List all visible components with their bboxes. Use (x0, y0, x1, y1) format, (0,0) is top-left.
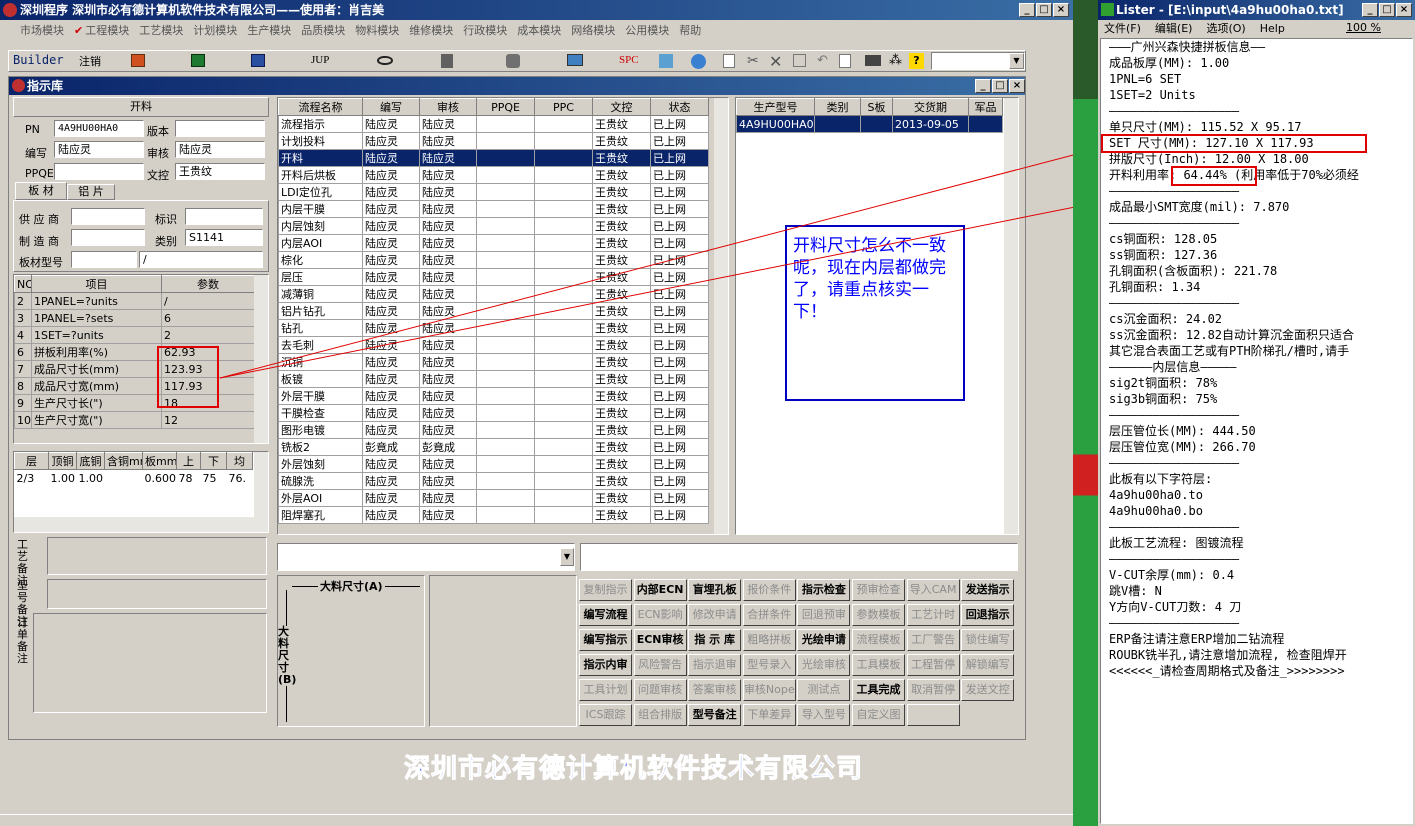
lister-window: Lister - [E:\input\4a9hu00ha0.txt] _ □ ×… (1098, 0, 1415, 826)
lister-line: ss铜面积: 127.36 (1109, 248, 1218, 262)
lister-line: 跳V槽: N (1109, 584, 1162, 598)
lister-line: 此板有以下字符层: (1109, 472, 1213, 486)
lister-menu-item-1[interactable]: 编辑(E) (1155, 22, 1193, 35)
lister-line: ERP备注请注意ERP增加二钻流程 (1109, 632, 1285, 646)
lister-line: cs沉金面积: 24.02 (1109, 312, 1223, 326)
lister-line: —————————————————— (1109, 552, 1240, 566)
lister-line: V-CUT余厚(mm): 0.4 (1109, 568, 1235, 582)
lister-line: 拼版尺寸(Inch): 12.00 X 18.00 (1109, 152, 1309, 166)
lister-line: —————————————————— (1109, 520, 1240, 534)
lister-menu-item-0[interactable]: 文件(F) (1104, 22, 1141, 35)
desktop-strip (1073, 0, 1098, 826)
lister-line: —————————————————— (1109, 216, 1240, 230)
lister-menu-item-2[interactable]: 选项(O) (1206, 22, 1245, 35)
lister-menu-bar: 文件(F) 编辑(E) 选项(O) Help (1104, 21, 1299, 37)
lister-line: 开料利用率: 64.44% (利用率低于70%必须经 (1109, 168, 1359, 182)
lister-line: —————————————————— (1109, 408, 1240, 422)
lister-line: 成品最小SMT宽度(mil): 7.870 (1109, 200, 1290, 214)
lister-line: <<<<<<_请检查周期格式及备注_>>>>>>>> (1109, 664, 1345, 678)
lister-zoom[interactable]: 100 % (1346, 21, 1381, 34)
lister-line: 孔铜面积: 1.34 (1109, 280, 1201, 294)
lister-line: —————————————————— (1109, 616, 1240, 630)
lister-line: 其它混合表面工艺或有PTH阶梯孔/槽时,请手 (1109, 344, 1350, 358)
lister-line: 1SET=2 Units (1109, 88, 1196, 102)
lister-app-icon (1101, 3, 1114, 16)
lister-line: —————————————————— (1109, 104, 1240, 118)
lister-line: cs铜面积: 128.05 (1109, 232, 1218, 246)
lister-line: —————————————————— (1109, 296, 1240, 310)
lister-text-area[interactable]: ———广州兴森快捷拼板信息—— 成品板厚(MM): 1.00 1PNL=6 SET 1… (1100, 38, 1413, 824)
lister-line: 孔铜面积(含板面积): 221.78 (1109, 264, 1278, 278)
lister-line: sig2t铜面积: 78% (1109, 376, 1218, 390)
lister-line: sig3b铜面积: 75% (1109, 392, 1218, 406)
lister-menu-item-3[interactable]: Help (1260, 22, 1285, 35)
lister-line: 单只尺寸(MM): 115.52 X 95.17 (1109, 120, 1302, 134)
lister-line: 层压管位宽(MM): 266.70 (1109, 440, 1256, 454)
lister-line: 4a9hu00ha0.to (1109, 488, 1203, 502)
lister-line: ———广州兴森快捷拼板信息—— (1109, 40, 1266, 54)
lister-maximize-button[interactable]: □ (1379, 3, 1395, 17)
lister-line: ROUBK铣半孔,请注意增加流程, 检查阻焊开 (1109, 648, 1347, 662)
lister-line: ——————内层信息————— (1109, 360, 1237, 374)
utilization-highlight (1171, 166, 1257, 186)
lister-line: 4a9hu00ha0.bo (1109, 504, 1203, 518)
lister-line: Y方向V-CUT刀数: 4 刀 (1109, 600, 1242, 614)
lister-title: Lister - [E:\input\4a9hu00ha0.txt] (1116, 3, 1344, 17)
lister-line: ss沉金面积: 12.82自动计算沉金面积只适合 (1109, 328, 1355, 342)
set-size-highlight (1101, 134, 1367, 153)
lister-line: 成品板厚(MM): 1.00 (1109, 56, 1230, 70)
lister-line: 此板工艺流程: 图镀流程 (1109, 536, 1244, 550)
lister-minimize-button[interactable]: _ (1362, 3, 1378, 17)
lister-close-button[interactable]: × (1396, 3, 1412, 17)
lister-line: —————————————————— (1109, 184, 1240, 198)
lister-line: 1PNL=6 SET (1109, 72, 1182, 86)
lister-line: —————————————————— (1109, 456, 1240, 470)
arrow-to-utilization (219, 187, 1171, 379)
arrow-to-set-size (219, 147, 1101, 379)
lister-line: 层压管位长(MM): 444.50 (1109, 424, 1256, 438)
